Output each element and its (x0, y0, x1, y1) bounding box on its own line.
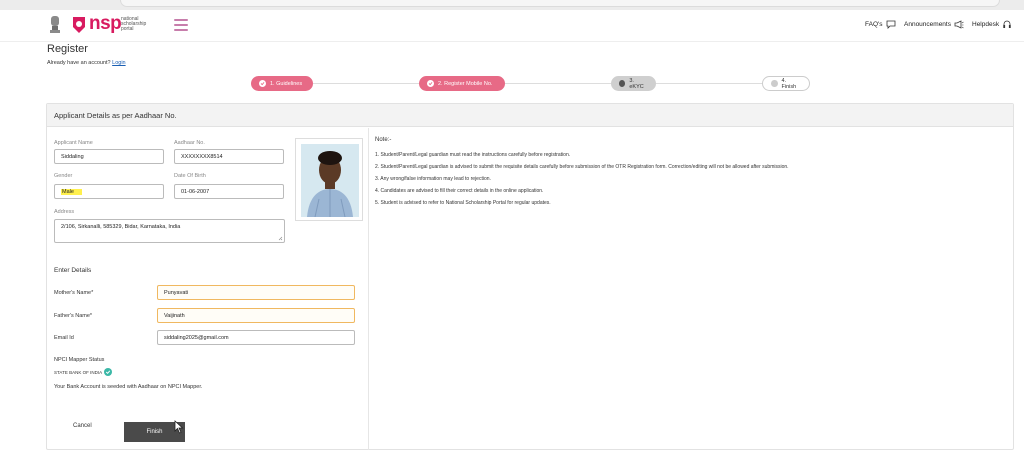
note-item: 3. Any wrong/false information may lead … (375, 176, 491, 182)
page-title: Register (47, 43, 88, 55)
announcements-label: Announcements (904, 21, 951, 28)
dob-field: 01-06-2007 (174, 184, 284, 199)
applicant-name-label: Applicant Name (54, 140, 93, 146)
step-label: 4. Finish (781, 77, 797, 90)
faqs-label: FAQ's (865, 21, 883, 28)
card-title: Applicant Details as per Aadhaar No. (54, 111, 177, 120)
dob-label: Date Of Birth (174, 173, 206, 179)
address-bar[interactable] (120, 0, 1000, 7)
helpdesk-link[interactable]: Helpdesk (972, 20, 1012, 29)
aadhaar-field: XXXXXXXX8514 (174, 149, 284, 164)
address-label: Address (54, 209, 75, 215)
account-prompt-text: Already have an account? (47, 60, 111, 66)
login-link[interactable]: Login (112, 60, 125, 66)
step-register-mobile: 2. Register Mobile No. (419, 76, 505, 91)
applicant-name-field: Siddaling (54, 149, 164, 164)
bank-status: STATE BANK OF INDIA (54, 368, 113, 376)
megaphone-icon (954, 20, 964, 29)
gender-field: Male (54, 184, 164, 199)
address-value: 2/106, Sirkanalli, 585329, Bidar, Karnat… (61, 224, 181, 230)
verified-check-icon (104, 368, 113, 376)
email-input[interactable]: siddaling2025@gmail.com (157, 330, 355, 345)
mother-name-input[interactable]: Punyavati (157, 285, 355, 300)
applicant-card: Applicant Details as per Aadhaar No. App… (46, 103, 1014, 450)
note-item: 5. Student is advised to refer to Nation… (375, 200, 551, 206)
login-prompt: Already have an account? Login (47, 60, 126, 66)
enter-details-heading: Enter Details (54, 267, 92, 274)
nsp-logo-text: nsp (89, 13, 122, 34)
step-label: 3. eKYC (629, 77, 644, 90)
gender-label: Gender (54, 173, 73, 179)
father-name-input[interactable]: Vaijinath (157, 308, 355, 323)
national-emblem-icon (50, 16, 60, 33)
check-icon (259, 80, 266, 87)
hamburger-menu-icon[interactable] (174, 19, 188, 31)
helpdesk-label: Helpdesk (972, 21, 1000, 28)
nsp-logo-subtext: national scholarship portal (121, 16, 147, 32)
mouse-cursor-icon (174, 420, 184, 434)
step-connector (313, 83, 419, 84)
faqs-link[interactable]: FAQ's (865, 20, 896, 29)
check-icon (427, 80, 434, 87)
npci-status-title: NPCI Mapper Status (54, 357, 105, 363)
step-label: 1. Guidelines (270, 80, 303, 87)
npci-message: Your Bank Account is seeded with Aadhaar… (54, 384, 203, 390)
site-header: nsp national scholarship portal FAQ's An… (0, 10, 1024, 42)
browser-top-strip (0, 0, 1024, 10)
applicant-form: Applicant Name Siddaling Aadhaar No. XXX… (47, 128, 369, 450)
headset-icon (1003, 20, 1011, 28)
aadhaar-label: Aadhaar No. (174, 140, 205, 146)
bank-name: STATE BANK OF INDIA (54, 369, 103, 375)
nsp-logo-icon (73, 17, 85, 33)
step-connector (656, 83, 762, 84)
father-name-label: Father's Name* (54, 313, 93, 319)
step-finish: 4. Finish (762, 76, 810, 91)
note-item: 2. Student/Parent/Legal guardian is advi… (375, 164, 789, 170)
applicant-photo (295, 138, 363, 221)
card-header: Applicant Details as per Aadhaar No. (47, 104, 1013, 127)
announcements-link[interactable]: Announcements (904, 20, 964, 29)
mother-name-label: Mother's Name* (54, 290, 94, 296)
gender-value-highlighted: Male (61, 189, 82, 195)
email-label: Email Id (54, 335, 74, 341)
step-label: 2. Register Mobile No. (438, 80, 493, 87)
cancel-button[interactable]: Cancel (73, 423, 92, 429)
pending-step-dot-icon (771, 80, 778, 87)
step-connector (505, 83, 611, 84)
note-item: 1. Student/Parent/Legal guardian must re… (375, 152, 571, 158)
step-guidelines: 1. Guidelines (251, 76, 313, 91)
active-step-dot-icon (619, 80, 626, 87)
chat-icon (886, 20, 895, 29)
resize-handle-icon (278, 236, 283, 241)
note-item: 4. Candidates are advised to fill their … (375, 188, 544, 194)
notes-title: Note:- (375, 137, 392, 143)
address-field: 2/106, Sirkanalli, 585329, Bidar, Karnat… (54, 219, 285, 243)
step-ekyc: 3. eKYC (611, 76, 656, 91)
photo-image (301, 144, 359, 217)
